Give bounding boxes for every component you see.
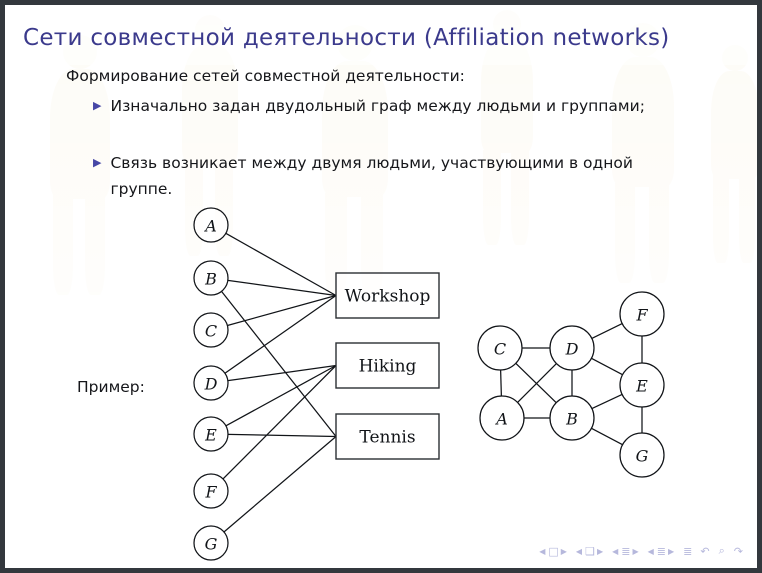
back-icon[interactable]: ↶ bbox=[700, 545, 709, 558]
beamer-navigation-bar[interactable]: ◀ □ ▶ ◀ ❑ ▶ ◀ ≣ ▶ ◀ ≣ ▶ ≣ ↶ ⌕ ↷ bbox=[539, 544, 743, 558]
bipartite-group-layer: Workshop Hiking Tennis bbox=[335, 272, 440, 460]
section-symbol-icon[interactable]: ≣ bbox=[657, 545, 666, 558]
nav-group-slide[interactable]: ◀ □ ▶ bbox=[539, 545, 567, 558]
affiliation-network-diagram: Workshop Hiking Tennis A B C D E F G C D F E A B G bbox=[193, 207, 665, 561]
next-section-icon[interactable]: ▶ bbox=[668, 547, 674, 556]
next-frame-icon[interactable]: ▶ bbox=[597, 547, 603, 556]
next-slide-icon[interactable]: ▶ bbox=[561, 547, 567, 556]
forward-icon[interactable]: ↷ bbox=[734, 545, 743, 558]
projection-edge-c-a bbox=[500, 369, 502, 397]
bipartite-edge-a-workshop bbox=[225, 232, 337, 297]
person-label-c: C bbox=[205, 322, 217, 341]
group-label-tennis: Tennis bbox=[359, 428, 415, 448]
projection-label-c: C bbox=[494, 340, 506, 359]
slide-symbol-icon[interactable]: □ bbox=[548, 545, 558, 558]
bipartite-edge-c-workshop bbox=[227, 294, 337, 327]
bipartite-edge-f-hiking bbox=[222, 365, 337, 480]
projection-label-e: E bbox=[635, 377, 648, 396]
projection-label-a: A bbox=[494, 410, 508, 429]
projection-label-d: D bbox=[565, 340, 579, 359]
person-label-f: F bbox=[204, 483, 217, 502]
nav-group-subsection[interactable]: ◀ ≣ ▶ bbox=[612, 545, 639, 558]
projection-label-g: G bbox=[636, 447, 649, 466]
person-label-e: E bbox=[204, 426, 217, 445]
projection-edge-b-g bbox=[591, 427, 623, 446]
nav-group-section[interactable]: ◀ ≣ ▶ bbox=[648, 545, 675, 558]
bipartite-edge-g-tennis bbox=[223, 436, 337, 533]
prev-subsection-icon[interactable]: ◀ bbox=[612, 547, 618, 556]
projection-node-layer: C D F E A B G bbox=[477, 291, 665, 478]
projection-label-f: F bbox=[635, 306, 648, 325]
bipartite-edge-layer bbox=[221, 232, 337, 533]
bipartite-people-layer: A B C D E F G bbox=[193, 207, 229, 561]
slide-canvas: Сети совместной деятельности (Affiliatio… bbox=[5, 5, 757, 568]
presentation-symbol-icon[interactable]: ≣ bbox=[683, 545, 692, 558]
projection-edge-d-e bbox=[591, 357, 623, 376]
projection-edge-d-f bbox=[591, 323, 623, 339]
person-label-b: B bbox=[204, 270, 217, 289]
projection-label-b: B bbox=[565, 410, 578, 429]
group-label-hiking: Hiking bbox=[359, 357, 417, 377]
nav-group-frame[interactable]: ◀ ❑ ▶ bbox=[576, 545, 603, 558]
prev-slide-icon[interactable]: ◀ bbox=[539, 547, 545, 556]
person-label-d: D bbox=[204, 375, 218, 394]
next-subsection-icon[interactable]: ▶ bbox=[632, 547, 638, 556]
prev-frame-icon[interactable]: ◀ bbox=[576, 547, 582, 556]
group-label-workshop: Workshop bbox=[345, 287, 431, 307]
person-label-g: G bbox=[205, 535, 218, 554]
prev-section-icon[interactable]: ◀ bbox=[648, 547, 654, 556]
bipartite-edge-e-hiking bbox=[225, 364, 337, 427]
person-label-a: A bbox=[203, 217, 217, 236]
frame-symbol-icon[interactable]: ❑ bbox=[585, 545, 595, 558]
subsection-symbol-icon[interactable]: ≣ bbox=[621, 545, 630, 558]
bipartite-edge-d-workshop bbox=[224, 294, 337, 374]
bipartite-edge-b-workshop bbox=[227, 279, 337, 297]
search-icon[interactable]: ⌕ bbox=[719, 544, 725, 558]
projection-edge-e-b bbox=[591, 393, 623, 410]
bipartite-edge-e-tennis bbox=[227, 433, 337, 438]
